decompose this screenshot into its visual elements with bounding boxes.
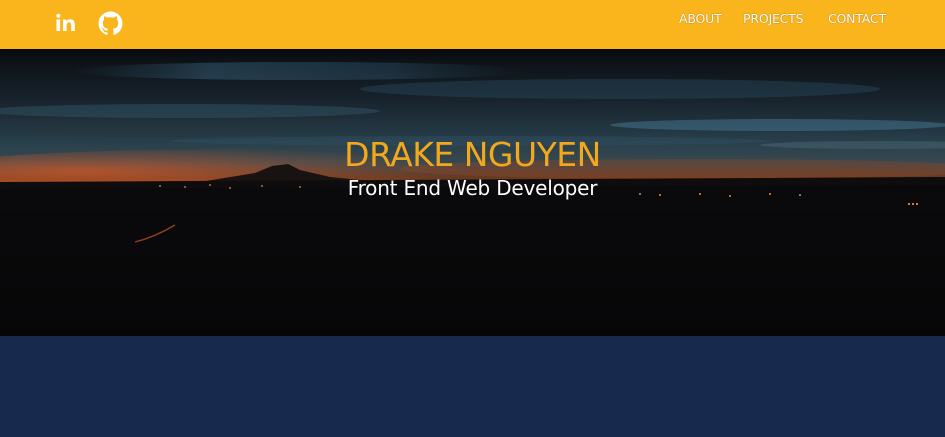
github-icon[interactable]: [97, 10, 123, 36]
nav-about-link[interactable]: ABOUT: [679, 11, 722, 26]
site-header: ABOUT PROJECTS CONTACT: [0, 0, 945, 49]
linkedin-icon[interactable]: [53, 10, 79, 36]
linkedin-glyph: [56, 13, 75, 31]
nav-contact-link[interactable]: CONTACT: [828, 11, 886, 26]
github-glyph: [98, 11, 122, 35]
hero-subtitle: Front End Web Developer: [347, 176, 598, 200]
hero-banner: DRAKE NGUYEN Front End Web Developer: [0, 49, 945, 336]
hero-name-heading: DRAKE NGUYEN: [344, 135, 601, 174]
content-section: [0, 336, 945, 437]
nav-projects-link[interactable]: PROJECTS: [743, 11, 804, 26]
